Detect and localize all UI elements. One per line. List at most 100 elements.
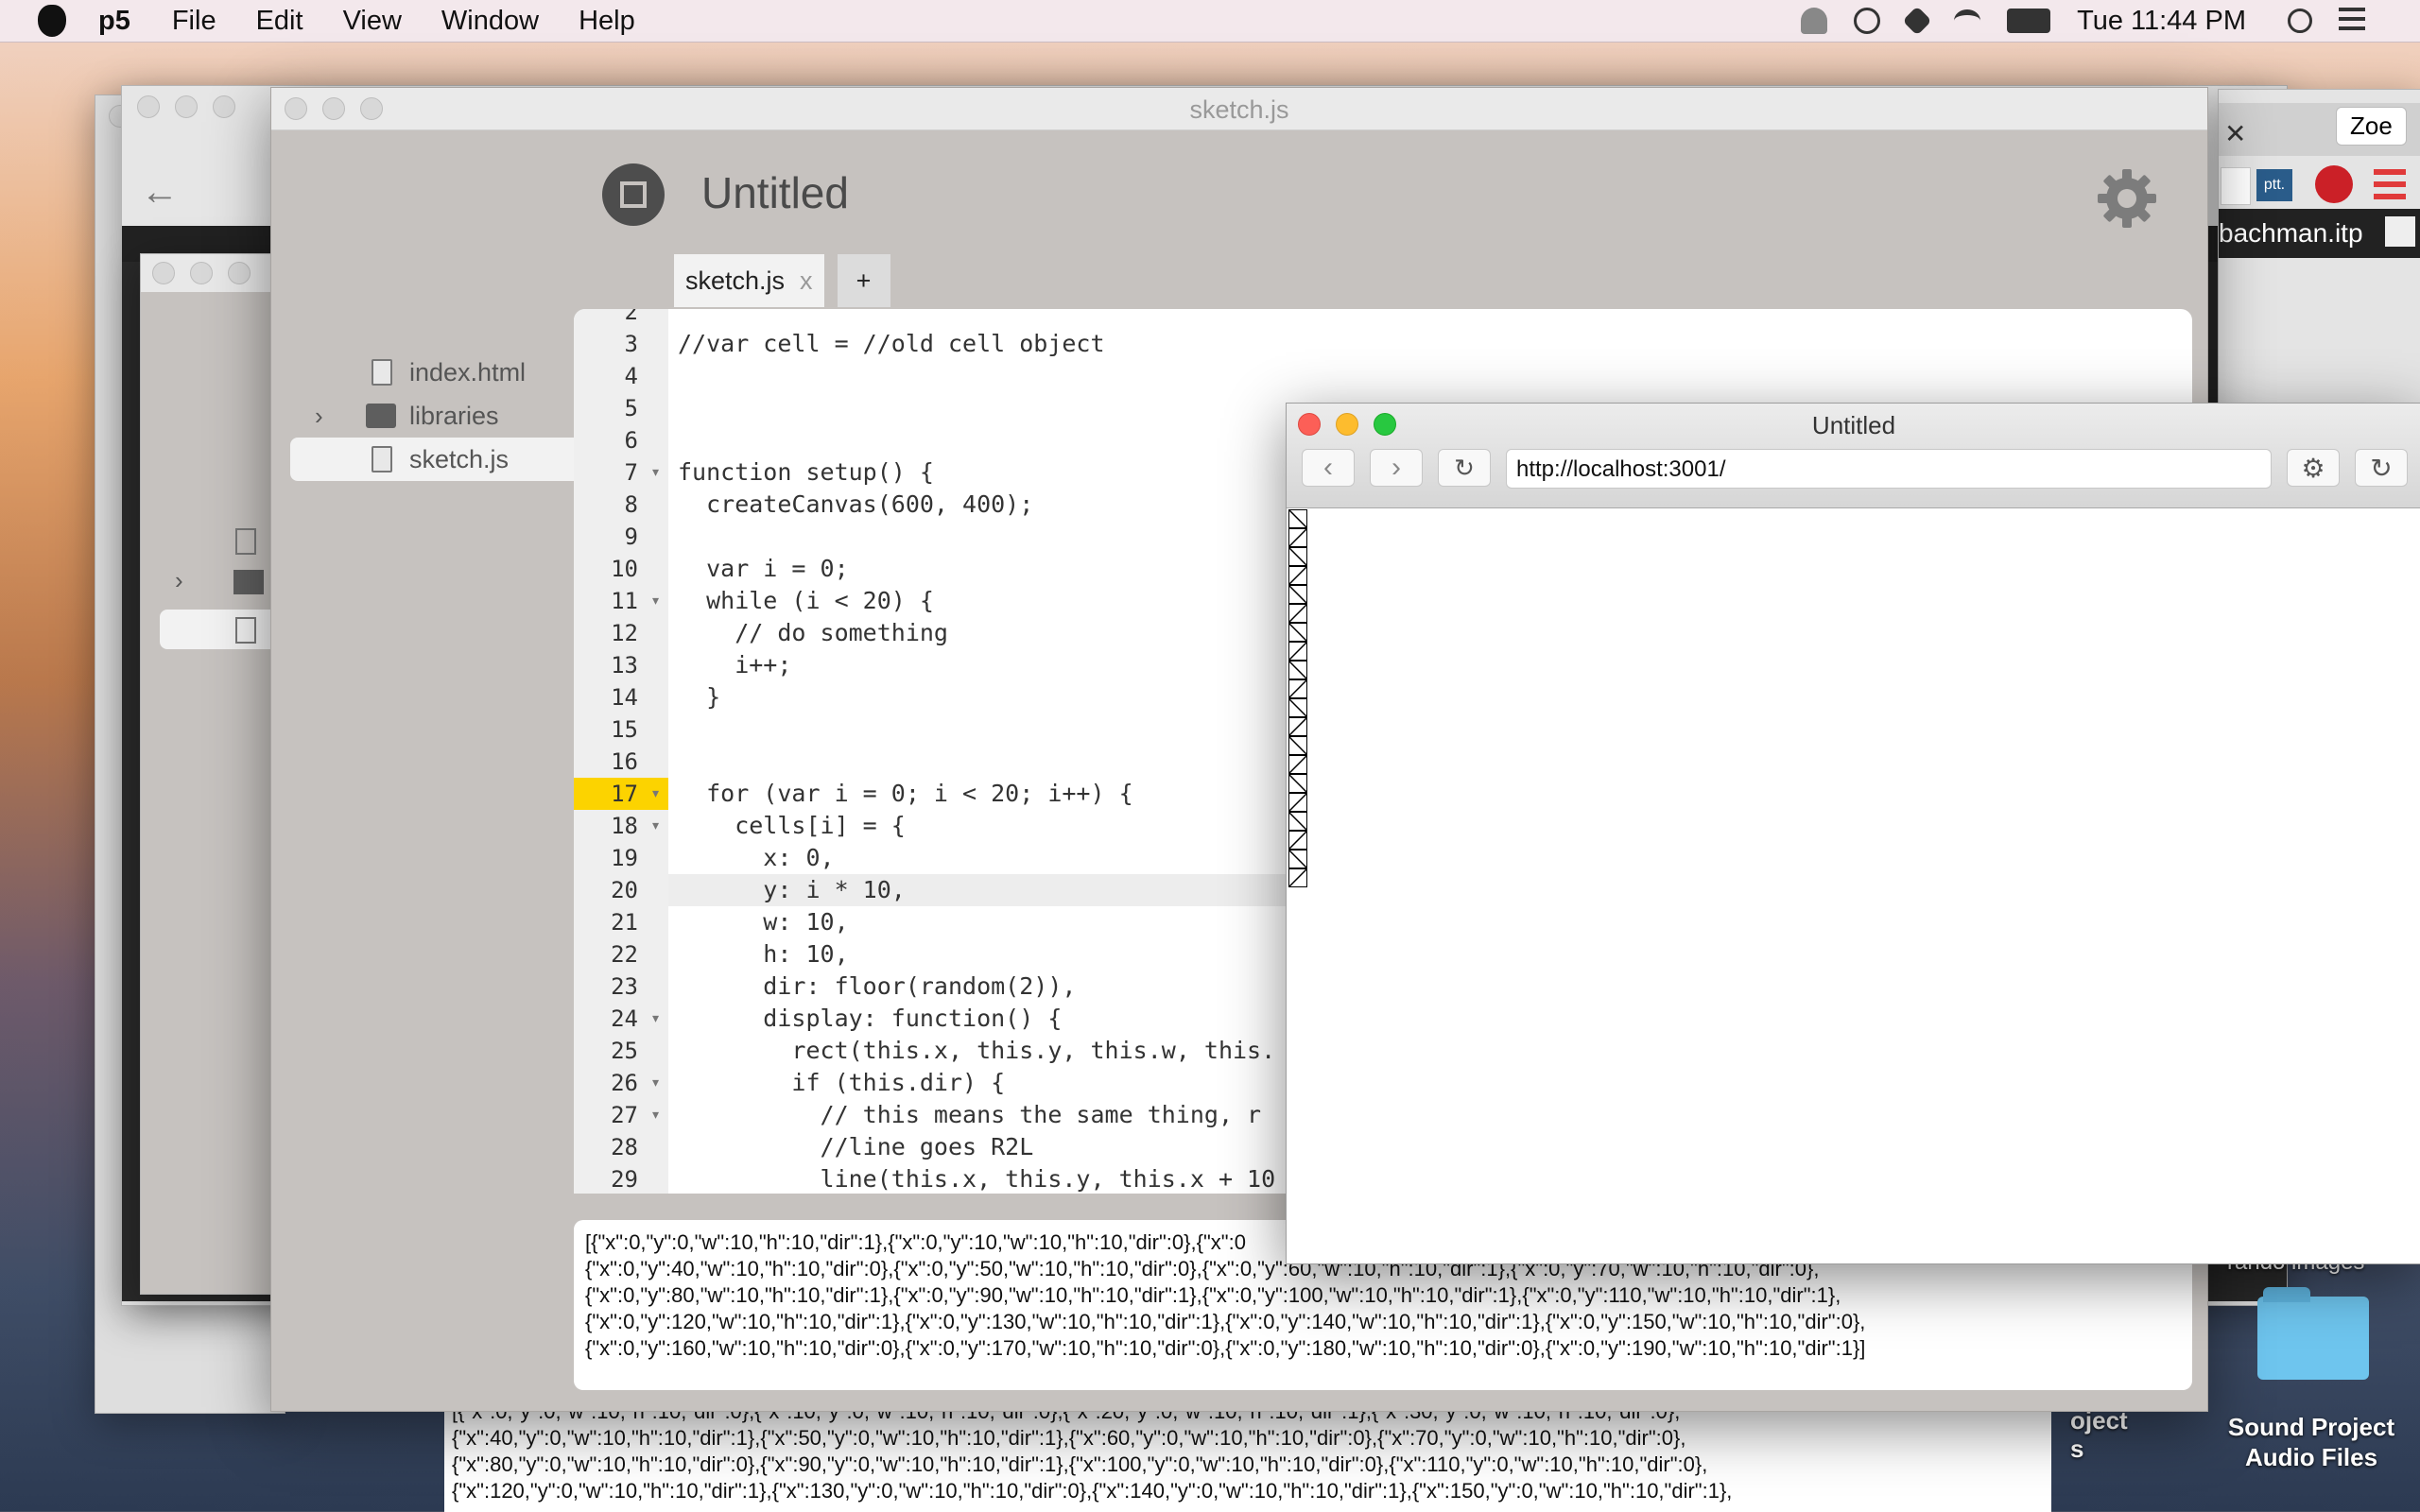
code-line[interactable]: // this means the same thing, r bbox=[678, 1099, 1262, 1131]
line-number[interactable]: 28 bbox=[574, 1131, 668, 1163]
sound-project-folder-icon[interactable] bbox=[2257, 1287, 2369, 1380]
add-tab-button[interactable]: + bbox=[837, 254, 890, 307]
line-number[interactable]: 13 bbox=[574, 649, 668, 681]
line-number[interactable]: 6 bbox=[574, 424, 668, 456]
gear-icon: ⚙ bbox=[2301, 453, 2325, 483]
line-number[interactable]: 4 bbox=[574, 360, 668, 392]
spotlight-search-icon[interactable] bbox=[2288, 9, 2312, 33]
wifi-icon[interactable] bbox=[1954, 9, 1981, 32]
preview-toolbar: Untitled ‹ › ↻ http://localhost:3001/ ⚙ … bbox=[1287, 404, 2420, 508]
desktop-label-sound-project[interactable]: Sound Project Audio Files bbox=[2221, 1412, 2401, 1472]
menu-view[interactable]: View bbox=[343, 6, 402, 37]
sidebar-item-sketch-js[interactable]: sketch.js bbox=[290, 438, 574, 481]
line-number[interactable]: 24 bbox=[574, 1003, 668, 1035]
line-number[interactable]: 16 bbox=[574, 746, 668, 778]
stop-button[interactable] bbox=[602, 163, 665, 226]
reload-button[interactable]: ↻ bbox=[1438, 449, 1491, 487]
clock[interactable]: Tue 11:44 PM bbox=[2077, 6, 2246, 37]
canvas-cell bbox=[1288, 566, 1307, 585]
line-number[interactable]: 11 bbox=[574, 585, 668, 617]
line-number[interactable]: 5 bbox=[574, 392, 668, 424]
line-number[interactable]: 14 bbox=[574, 681, 668, 713]
battery-icon[interactable] bbox=[2007, 9, 2051, 33]
menu-edit[interactable]: Edit bbox=[256, 6, 303, 37]
code-line[interactable]: h: 10, bbox=[678, 938, 848, 971]
line-number[interactable]: 29 bbox=[574, 1163, 668, 1194]
code-line[interactable]: display: function() { bbox=[678, 1003, 1062, 1035]
chevron-right-icon[interactable]: › bbox=[315, 402, 323, 431]
line-number[interactable]: 2 bbox=[574, 309, 668, 328]
code-line[interactable]: x: 0, bbox=[678, 842, 834, 874]
code-line[interactable]: createCanvas(600, 400); bbox=[678, 489, 1033, 521]
code-line[interactable]: dir: floor(random(2)), bbox=[678, 971, 1076, 1003]
code-line[interactable]: i++; bbox=[678, 649, 791, 681]
code-line[interactable]: } bbox=[678, 681, 720, 713]
desktop-label-project[interactable]: oject s bbox=[2070, 1406, 2128, 1463]
code-line[interactable]: while (i < 20) { bbox=[678, 585, 934, 617]
line-number[interactable]: 17 bbox=[574, 778, 668, 810]
code-line[interactable]: cells[i] = { bbox=[678, 810, 906, 842]
notification-bell-icon[interactable] bbox=[1801, 8, 1828, 34]
line-number[interactable]: 22 bbox=[574, 938, 668, 971]
code-line[interactable]: for (var i = 0; i < 20; i++) { bbox=[678, 778, 1133, 810]
notification-center-icon[interactable] bbox=[2339, 8, 2365, 34]
code-line[interactable]: var i = 0; bbox=[678, 553, 849, 585]
line-number[interactable]: 18 bbox=[574, 810, 668, 842]
close-tab-icon[interactable]: x bbox=[800, 266, 813, 296]
chevron-right-icon[interactable]: › bbox=[175, 566, 183, 595]
menu-icon[interactable] bbox=[2374, 169, 2406, 199]
line-number[interactable]: 23 bbox=[574, 971, 668, 1003]
tab-sketch-js[interactable]: sketch.js x bbox=[674, 254, 824, 307]
line-number[interactable]: 8 bbox=[574, 489, 668, 521]
line-number[interactable]: 12 bbox=[574, 617, 668, 649]
line-number[interactable]: 7 bbox=[574, 456, 668, 489]
project-title[interactable]: Untitled bbox=[701, 167, 849, 218]
line-number[interactable]: 19 bbox=[574, 842, 668, 874]
menu-window[interactable]: Window bbox=[441, 6, 539, 37]
code-line[interactable]: //line goes R2L bbox=[678, 1131, 1034, 1163]
settings-button[interactable]: ⚙ bbox=[2287, 449, 2340, 487]
code-line[interactable]: line(this.x, this.y, this.x + 10 bbox=[678, 1163, 1276, 1194]
dropbox-icon[interactable] bbox=[1902, 6, 1932, 36]
window-controls[interactable] bbox=[137, 95, 235, 118]
settings-gear-icon[interactable] bbox=[2096, 167, 2158, 230]
menu-file[interactable]: File bbox=[172, 6, 216, 37]
url-field[interactable]: http://localhost:3001/ bbox=[1506, 449, 2272, 489]
line-number[interactable]: 25 bbox=[574, 1035, 668, 1067]
sidebar-item-libraries[interactable]: › libraries bbox=[290, 394, 574, 438]
forward-button[interactable]: › bbox=[1370, 449, 1423, 487]
sidebar-item-index-html[interactable]: index.html bbox=[290, 351, 574, 394]
close-tab-icon[interactable]: ✕ bbox=[2224, 118, 2246, 149]
pinterest-icon[interactable] bbox=[2315, 165, 2353, 203]
line-number[interactable]: 3 bbox=[574, 328, 668, 360]
code-line[interactable]: w: 10, bbox=[678, 906, 848, 938]
code-line[interactable]: //var cell = //old cell object bbox=[678, 328, 1105, 360]
ptt-icon[interactable]: ptt. bbox=[2256, 169, 2292, 201]
refresh-button[interactable]: ↻ bbox=[2355, 449, 2408, 487]
sketch-canvas[interactable] bbox=[1288, 509, 1307, 887]
canvas-cell bbox=[1288, 661, 1307, 679]
username-label[interactable]: bachman.itp bbox=[2219, 218, 2363, 249]
window-controls[interactable] bbox=[152, 262, 251, 284]
line-number[interactable]: 15 bbox=[574, 713, 668, 746]
code-line[interactable]: if (this.dir) { bbox=[678, 1067, 1005, 1099]
line-number[interactable]: 10 bbox=[574, 553, 668, 585]
profile-button[interactable]: Zoe bbox=[2336, 107, 2407, 146]
sync-icon[interactable] bbox=[1854, 8, 1881, 34]
user-avatar-icon[interactable] bbox=[2385, 216, 2415, 247]
code-line[interactable]: y: i * 10, bbox=[678, 874, 906, 906]
back-arrow-icon[interactable]: ← bbox=[141, 171, 179, 214]
line-number[interactable]: 26 bbox=[574, 1067, 668, 1099]
line-number[interactable]: 20 bbox=[574, 874, 668, 906]
back-button[interactable]: ‹ bbox=[1302, 449, 1355, 487]
line-number[interactable]: 27 bbox=[574, 1099, 668, 1131]
code-line[interactable]: // do something bbox=[678, 617, 948, 649]
toolbar-button[interactable] bbox=[2221, 167, 2251, 205]
menu-help[interactable]: Help bbox=[579, 6, 635, 37]
apple-menu-icon[interactable] bbox=[38, 5, 66, 37]
menu-app-name[interactable]: p5 bbox=[98, 6, 130, 37]
code-line[interactable]: function setup() { bbox=[678, 456, 934, 489]
line-number[interactable]: 9 bbox=[574, 521, 668, 553]
code-line[interactable]: rect(this.x, this.y, this.w, this. bbox=[678, 1035, 1275, 1067]
line-number[interactable]: 21 bbox=[574, 906, 668, 938]
